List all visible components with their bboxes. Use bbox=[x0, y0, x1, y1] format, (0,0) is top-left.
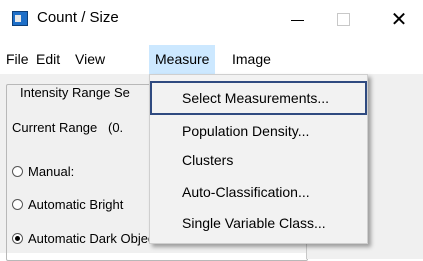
radio-automatic-dark[interactable] bbox=[12, 233, 23, 244]
radio-manual-label: Manual: bbox=[28, 164, 75, 179]
maximize-icon bbox=[336, 12, 350, 26]
menu-bar: File Edit View Measure Image bbox=[0, 45, 423, 74]
menu-measure[interactable]: Measure bbox=[149, 45, 216, 74]
radio-automatic-bright-label: Automatic Bright bbox=[28, 197, 124, 212]
menu-image[interactable]: Image bbox=[226, 45, 277, 74]
radio-automatic-bright[interactable] bbox=[12, 199, 23, 210]
current-range-label: Current Range bbox=[12, 120, 98, 135]
group-label: Intensity Range Se bbox=[18, 85, 132, 100]
menu-view[interactable]: View bbox=[69, 45, 111, 74]
radio-automatic-dark-label: Automatic Dark Objects bbox=[28, 231, 165, 246]
measure-dropdown-menu: Select Measurements... Population Densit… bbox=[149, 74, 368, 244]
title-bar: Count / Size ✕ bbox=[0, 0, 423, 40]
close-icon: ✕ bbox=[390, 8, 408, 31]
minimize-button[interactable] bbox=[274, 2, 320, 36]
menu-item-select-measurements[interactable]: Select Measurements... bbox=[150, 81, 367, 115]
radio-manual[interactable] bbox=[12, 166, 23, 177]
current-range-value: (0. bbox=[108, 120, 124, 135]
app-icon bbox=[12, 11, 28, 26]
menu-edit[interactable]: Edit bbox=[30, 45, 66, 74]
menu-item-single-variable-class[interactable]: Single Variable Class... bbox=[150, 206, 367, 240]
menu-item-auto-classification[interactable]: Auto-Classification... bbox=[150, 175, 367, 209]
window-title: Count / Size bbox=[37, 9, 119, 26]
close-button[interactable]: ✕ bbox=[376, 2, 422, 36]
minimize-icon bbox=[290, 19, 304, 21]
menu-item-clusters[interactable]: Clusters bbox=[150, 143, 367, 177]
maximize-button[interactable] bbox=[320, 2, 366, 36]
